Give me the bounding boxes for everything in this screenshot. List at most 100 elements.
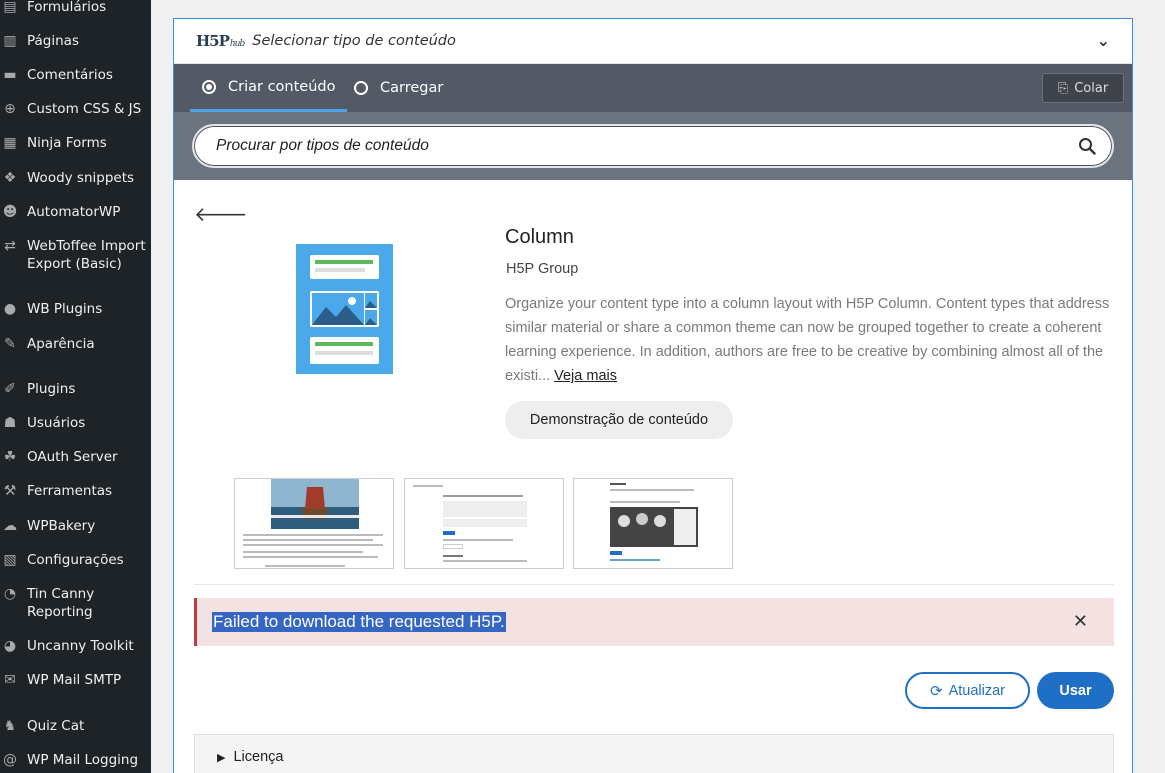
tincanny-icon: ◔ xyxy=(3,586,17,602)
sidebar-item[interactable]: ▧ Configurações xyxy=(0,551,151,569)
ninja-forms-icon: ▦ xyxy=(3,135,17,151)
tab-upload-label: Carregar xyxy=(380,80,444,96)
sidebar-item[interactable]: ☻ AutomatorWP xyxy=(0,203,151,221)
search-placeholder: Procurar por tipos de conteúdo xyxy=(216,137,429,154)
sidebar-item[interactable]: ▤ Formulários xyxy=(0,0,151,16)
plugins-icon: ✐ xyxy=(4,381,16,397)
sidebar-item-label: Ninja Forms xyxy=(27,135,107,151)
update-button[interactable]: ⟳ Atualizar xyxy=(905,672,1030,709)
sidebar-item[interactable]: ☘ OAuth Server xyxy=(0,448,151,466)
update-label: Atualizar xyxy=(948,682,1005,699)
h5p-logo: H5P hub xyxy=(196,32,245,50)
search-icon[interactable] xyxy=(1078,137,1096,155)
sidebar-item[interactable]: ◕ Uncanny Toolkit xyxy=(0,637,151,655)
sidebar-item-label: Páginas xyxy=(27,33,79,49)
sidebar-item-label: Comentários xyxy=(27,67,113,83)
sidebar-item[interactable]: ⚒ Ferramentas xyxy=(0,482,151,500)
sidebar-item-label: Plugins xyxy=(27,381,76,397)
content-type-title: Column xyxy=(505,226,574,248)
pages-icon: ▥ xyxy=(3,33,17,49)
robot-icon: ☻ xyxy=(2,204,18,220)
sidebar-item-label: WPBakery xyxy=(27,518,96,534)
sidebar-item[interactable]: ✐ Plugins xyxy=(0,380,151,398)
sidebar-item-label: OAuth Server xyxy=(27,449,118,465)
at-icon: @ xyxy=(3,752,17,768)
license-label: Licença xyxy=(233,749,284,765)
sidebar-item[interactable]: @ WP Mail Logging xyxy=(0,751,151,769)
sidebar-item[interactable]: ● WB Plugins xyxy=(0,300,151,318)
code-icon: ❖ xyxy=(3,170,17,186)
license-panel[interactable]: ▶ Licença xyxy=(194,734,1114,773)
sidebar-item-label: AutomatorWP xyxy=(27,204,121,220)
forms-icon: ▤ xyxy=(3,0,17,15)
admin-sidebar: ▤ Formulários ▥ Páginas ▬ Comentários ⊕ Custom … xyxy=(0,0,151,773)
close-icon[interactable]: ✕ xyxy=(1073,611,1088,632)
content-demo-button[interactable]: Demonstração de conteúdo xyxy=(505,401,733,439)
content-type-owner: H5P Group xyxy=(506,261,579,277)
sidebar-item[interactable]: ❖ Woody snippets xyxy=(0,169,151,187)
wpbakery-icon: ☁ xyxy=(3,518,17,534)
hub-tabbar: Criar conteúdo Carregar ⎘ Colar xyxy=(174,64,1132,112)
sidebar-item[interactable]: ▥ Páginas xyxy=(0,32,151,50)
hub-header[interactable]: H5P hub Selecionar tipo de conteúdo ⌄ xyxy=(174,19,1132,64)
content-type-description: Organize your content type into a column… xyxy=(505,292,1115,388)
tab-create-content[interactable]: Criar conteúdo xyxy=(190,64,348,112)
chevron-down-icon[interactable]: ⌄ xyxy=(1097,31,1110,50)
sidebar-item[interactable]: ◔ Tin Canny Reporting xyxy=(0,585,151,621)
paste-button[interactable]: ⎘ Colar xyxy=(1042,73,1124,103)
license-toggle[interactable]: ▶ Licença xyxy=(217,749,283,765)
comments-icon: ▬ xyxy=(3,67,17,83)
sidebar-item-label: Ferramentas xyxy=(27,483,113,499)
screenshot-3[interactable] xyxy=(573,478,733,569)
import-export-icon: ⇄ xyxy=(4,238,16,254)
search-input[interactable]: Procurar por tipos de conteúdo xyxy=(192,124,1114,168)
sidebar-item-label: Configurações xyxy=(27,552,124,568)
sidebar-item-label: WebToffee Import Export (Basic) xyxy=(27,238,146,272)
paintbrush-icon: ✎ xyxy=(4,336,16,352)
radio-icon xyxy=(354,81,368,95)
sidebar-item-label: Custom CSS & JS xyxy=(27,101,142,117)
sidebar-item-label: WP Mail Logging xyxy=(27,752,139,768)
sidebar-item[interactable]: ♞ Quiz Cat xyxy=(0,717,151,735)
tab-upload[interactable]: Carregar xyxy=(354,64,443,112)
screenshot-1[interactable] xyxy=(234,478,394,569)
sidebar-item-label: WB Plugins xyxy=(27,301,103,317)
read-more-link[interactable]: Veja mais xyxy=(554,368,617,384)
sidebar-item[interactable]: ⊕ Custom CSS & JS xyxy=(0,100,151,118)
sidebar-item-label: WP Mail SMTP xyxy=(27,672,122,688)
sidebar-item[interactable]: ⇄ WebToffee Import Export (Basic) xyxy=(0,237,151,273)
settings-icon: ▧ xyxy=(3,552,17,568)
groups-icon: ☘ xyxy=(3,449,17,465)
quizcat-icon: ♞ xyxy=(3,718,17,734)
search-bar: Procurar por tipos de conteúdo xyxy=(174,112,1132,180)
plus-circle-icon: ⊕ xyxy=(4,101,16,117)
sidebar-item-label: Aparência xyxy=(27,336,95,352)
hub-title: Selecionar tipo de conteúdo xyxy=(252,33,456,49)
uncanny-icon: ◕ xyxy=(3,638,17,654)
sidebar-item-label: Uncanny Toolkit xyxy=(27,638,134,654)
sidebar-item[interactable]: ▬ Comentários xyxy=(0,66,151,84)
sidebar-item-label: Usuários xyxy=(27,415,86,431)
radio-selected-icon xyxy=(202,79,216,94)
sidebar-item[interactable]: ☁ WPBakery xyxy=(0,517,151,535)
users-icon: ☗ xyxy=(3,415,17,431)
sidebar-item[interactable]: ▦ Ninja Forms xyxy=(0,134,151,152)
clipboard-icon: ⎘ xyxy=(1057,80,1069,96)
sidebar-item-label: Woody snippets xyxy=(27,170,135,186)
sidebar-item-label: Tin Canny Reporting xyxy=(27,586,95,620)
sidebar-item[interactable]: ☗ Usuários xyxy=(0,414,151,432)
sidebar-item[interactable]: ✉ WP Mail SMTP xyxy=(0,671,151,689)
screenshot-2[interactable] xyxy=(404,478,564,569)
divider xyxy=(194,584,1114,585)
wrench-icon: ⚒ xyxy=(3,483,17,499)
column-content-type-thumbnail xyxy=(296,244,393,374)
tab-create-content-label: Criar conteúdo xyxy=(228,78,336,95)
use-button[interactable]: Usar xyxy=(1037,672,1114,709)
sidebar-item[interactable]: ✎ Aparência xyxy=(0,335,151,353)
caret-right-icon: ▶ xyxy=(217,751,226,764)
h5p-hub-panel: H5P hub Selecionar tipo de conteúdo ⌄ Cri… xyxy=(173,18,1133,773)
back-arrow-icon[interactable]: 🡐 xyxy=(194,202,248,226)
mail-icon: ✉ xyxy=(4,672,16,688)
sidebar-item-label: Formulários xyxy=(27,0,107,15)
refresh-icon: ⟳ xyxy=(930,682,943,700)
